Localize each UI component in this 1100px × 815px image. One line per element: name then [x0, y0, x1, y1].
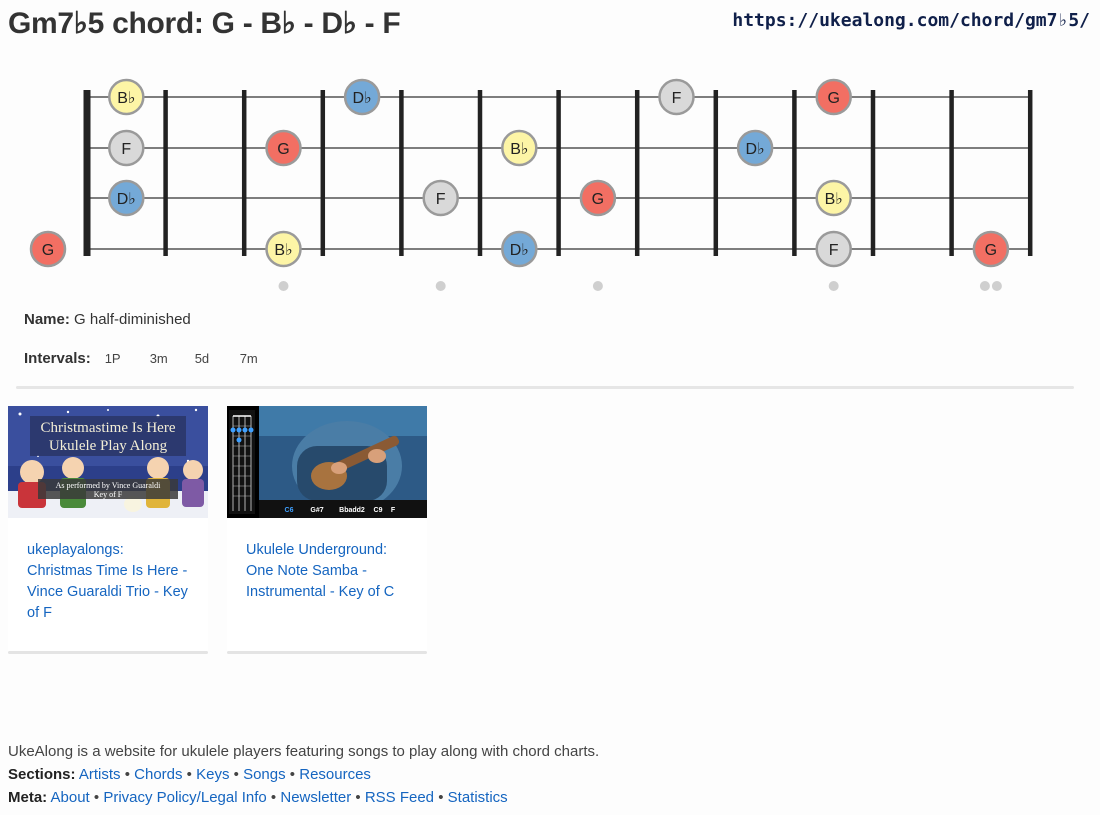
note-label: D♭	[746, 141, 765, 158]
note-label: G	[827, 90, 839, 107]
fret-marker-dot	[979, 281, 990, 291]
note-label: G	[592, 191, 604, 208]
note-label: B♭	[274, 242, 292, 259]
footer-link-rss[interactable]: RSS Feed	[365, 789, 434, 806]
footer-sections-row: Sections: Artists • Chords • Keys • Song…	[8, 766, 371, 783]
thumb-chord: C9	[374, 507, 383, 514]
note-label: B♭	[825, 191, 843, 208]
chord-fretboard-diagram: B♭ D♭ F G F G B♭ D♭ D♭ F G B♭ G B♭ D♭ F G	[29, 78, 1033, 291]
footer-link-resources[interactable]: Resources	[299, 766, 371, 783]
thumb-key: Key of F	[94, 490, 123, 499]
footer-link-chords[interactable]: Chords	[134, 766, 182, 783]
fret-marker-dot	[991, 281, 1002, 291]
footer-about-text: UkeAlong is a website for ukulele player…	[8, 743, 600, 760]
video-link[interactable]: Ukulele Underground: One Note Samba - In…	[246, 540, 411, 603]
footer-link-about[interactable]: About	[51, 789, 90, 806]
fret-marker-dot	[278, 281, 289, 291]
thumb-credit: As performed by Vince Guaraldi	[56, 481, 161, 490]
footer-link-newsletter[interactable]: Newsletter	[280, 789, 351, 806]
meta-label: Meta:	[8, 789, 48, 806]
sections-label: Sections:	[8, 766, 76, 783]
intervals-label: Intervals:	[24, 350, 91, 367]
page-title: Gm7♭5 chord: G - B♭ - D♭ - F	[8, 7, 401, 40]
video-card[interactable]: Christmastime Is Here Ukulele Play Along…	[8, 406, 208, 654]
site-footer: UkeAlong is a website for ukulele player…	[8, 740, 599, 809]
thumb-chord: C6	[285, 507, 294, 514]
note-label: D♭	[117, 191, 136, 208]
note-label: G	[985, 242, 997, 259]
thumb-title-line2: Ukulele Play Along	[49, 438, 168, 454]
thumb-title-line1: Christmastime Is Here	[41, 420, 176, 436]
note-label: F	[829, 242, 839, 259]
note-label: F	[436, 191, 446, 208]
note-label: G	[42, 242, 54, 259]
card-shadow	[8, 651, 208, 654]
note-label: D♭	[510, 242, 529, 259]
note-label: B♭	[117, 90, 135, 107]
video-thumbnail[interactable]: C6 G#7 Bbadd2 C9 F	[227, 406, 427, 518]
chord-name-value: G half-diminished	[74, 311, 191, 328]
fret-marker-dot	[435, 281, 446, 291]
footer-link-statistics[interactable]: Statistics	[448, 789, 508, 806]
footer-link-keys[interactable]: Keys	[196, 766, 229, 783]
interval-item: 7m	[239, 351, 258, 366]
note-label: B♭	[510, 141, 528, 158]
interval-item: 1P	[104, 351, 121, 366]
note-label: F	[121, 141, 131, 158]
interval-item: 5d	[194, 351, 210, 366]
thumb-chord: Bbadd2	[339, 507, 365, 514]
note-label: D♭	[353, 90, 372, 107]
section-divider	[16, 386, 1074, 389]
chord-name-row: Name: G half-diminished	[24, 311, 191, 328]
video-thumbnail[interactable]: Christmastime Is Here Ukulele Play Along…	[8, 406, 208, 518]
note-label: G	[277, 141, 289, 158]
footer-link-artists[interactable]: Artists	[79, 766, 121, 783]
fret-marker-dot	[592, 281, 603, 291]
fret-marker-dot	[828, 281, 839, 291]
footer-link-privacy[interactable]: Privacy Policy/Legal Info	[103, 789, 266, 806]
footer-link-songs[interactable]: Songs	[243, 766, 286, 783]
card-shadow	[227, 651, 427, 654]
interval-item: 3m	[149, 351, 168, 366]
name-label: Name:	[24, 311, 70, 328]
footer-meta-row: Meta: About • Privacy Policy/Legal Info …	[8, 789, 508, 806]
thumb-chord: F	[391, 507, 396, 514]
video-link[interactable]: ukeplayalongs: Christmas Time Is Here - …	[27, 540, 192, 624]
thumb-chord: G#7	[310, 507, 323, 514]
video-card[interactable]: C6 G#7 Bbadd2 C9 F Ukulele Underground: …	[227, 406, 427, 654]
note-label: F	[672, 90, 682, 107]
intervals-row: Intervals: 1P 3m 5d 7m	[24, 350, 285, 367]
page-url[interactable]: https://ukealong.com/chord/gm7♭5/	[732, 10, 1090, 31]
